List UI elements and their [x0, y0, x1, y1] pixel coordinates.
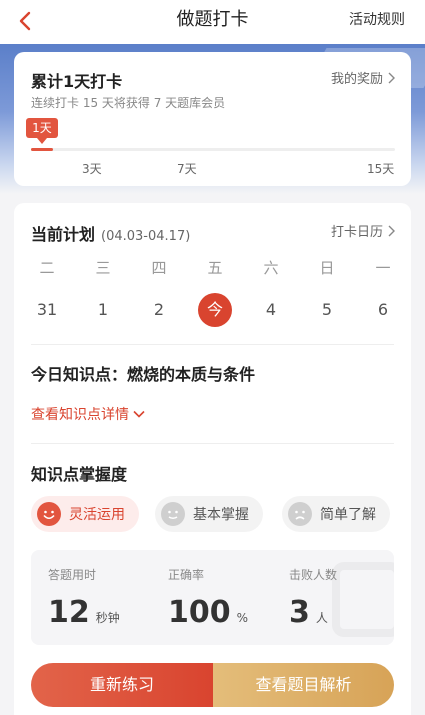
weekday-label: 三 [95, 259, 111, 277]
weekday-row: 二 三 四 五 六 日 一 [30, 257, 400, 278]
weekday-label: 一 [375, 259, 391, 277]
stat-beaten-value: 3 [289, 595, 310, 630]
milestone-label: 3天 [82, 162, 102, 176]
divider [31, 344, 394, 345]
stat-accuracy-unit: % [236, 611, 249, 625]
chevron-right-icon [388, 225, 395, 236]
weekday-label: 二 [39, 259, 55, 277]
my-rewards-link[interactable]: 我的奖励 [331, 68, 395, 87]
mastery-option-label: 简单了解 [320, 507, 376, 523]
calendar-day[interactable]: 5 [310, 293, 344, 327]
view-analysis-button[interactable]: 查看题目解析 [213, 663, 394, 707]
mastery-option-simple[interactable]: 简单了解 [282, 496, 390, 532]
streak-title: 累计1天打卡 [31, 72, 123, 91]
watermark-decoration [332, 562, 394, 637]
weekday-label: 四 [151, 259, 167, 277]
stat-accuracy-label: 正确率 [168, 568, 205, 582]
streak-progress-fill [31, 148, 53, 151]
plan-title: 当前计划 (04.03-04.17) [31, 221, 190, 245]
weekday-label: 六 [263, 259, 279, 277]
streak-card: 累计1天打卡 我的奖励 连续打卡 15 天将获得 7 天题库会员 1天 3天 7… [14, 52, 411, 186]
stat-beaten-label: 击败人数 [289, 568, 338, 582]
divider [31, 443, 394, 444]
checkin-calendar-label: 打卡日历 [330, 225, 383, 240]
checkin-calendar-link[interactable]: 打卡日历 [331, 221, 395, 240]
top-nav-bar: 做题打卡 活动规则 [0, 0, 425, 44]
mastery-option-basic[interactable]: 基本掌握 [155, 496, 263, 532]
stat-accuracy-value: 100 [168, 595, 231, 630]
stat-beaten: 击败人数 3人 [289, 566, 337, 630]
stat-time-label: 答题用时 [48, 568, 97, 582]
streak-progress-track [31, 148, 395, 151]
activity-rules-link[interactable]: 活动规则 [349, 0, 405, 44]
plan-title-text: 当前计划 [31, 225, 96, 244]
calendar-day[interactable]: 4 [254, 293, 288, 327]
mastery-option-label: 基本掌握 [193, 507, 249, 523]
plan-card: 当前计划 (04.03-04.17) 打卡日历 二 三 四 五 六 日 一 31 … [14, 203, 411, 715]
streak-subtitle: 连续打卡 15 天将获得 7 天题库会员 [31, 96, 226, 110]
calendar-day[interactable]: 6 [366, 293, 400, 327]
back-button[interactable] [12, 8, 38, 34]
stat-time: 答题用时 12 秒钟 [48, 566, 120, 630]
mastery-option-label: 灵活运用 [69, 507, 125, 523]
knowledge-detail-link[interactable]: 查看知识点详情 [31, 404, 145, 424]
stats-panel: 答题用时 12 秒钟 正确率 100% 击败人数 3人 [31, 550, 394, 645]
calendar-day-today[interactable]: 今 [198, 293, 232, 327]
my-rewards-label: 我的奖励 [330, 72, 383, 87]
weekday-label: 日 [319, 259, 335, 277]
calendar-day[interactable]: 1 [86, 293, 120, 327]
stat-accuracy: 正确率 100% [168, 566, 248, 630]
date-row: 31 1 2 今 4 5 6 [30, 293, 400, 327]
stat-time-unit: 秒钟 [95, 611, 120, 625]
retry-practice-button[interactable]: 重新练习 [31, 663, 213, 707]
weekday-label: 五 [207, 259, 223, 277]
milestone-label: 7天 [177, 162, 197, 176]
mastery-option-flexible[interactable]: 灵活运用 [31, 496, 139, 532]
neutral-face-icon [161, 502, 185, 526]
knowledge-point-title: 今日知识点：燃烧的本质与条件 [31, 365, 256, 384]
knowledge-detail-label: 查看知识点详情 [31, 407, 129, 423]
plan-date-range: (04.03-04.17) [101, 229, 191, 244]
chevron-down-icon [133, 410, 145, 418]
stat-beaten-unit: 人 [315, 611, 328, 625]
sad-face-icon [288, 502, 312, 526]
stat-time-value: 12 [48, 595, 90, 630]
chevron-right-icon [388, 72, 395, 83]
calendar-day[interactable]: 2 [142, 293, 176, 327]
happy-face-icon [37, 502, 61, 526]
milestone-label: 15天 [367, 162, 395, 176]
mastery-title: 知识点掌握度 [31, 465, 128, 484]
calendar-day[interactable]: 31 [30, 293, 64, 327]
back-arrow-icon [19, 11, 31, 31]
current-streak-badge: 1天 [26, 118, 58, 144]
